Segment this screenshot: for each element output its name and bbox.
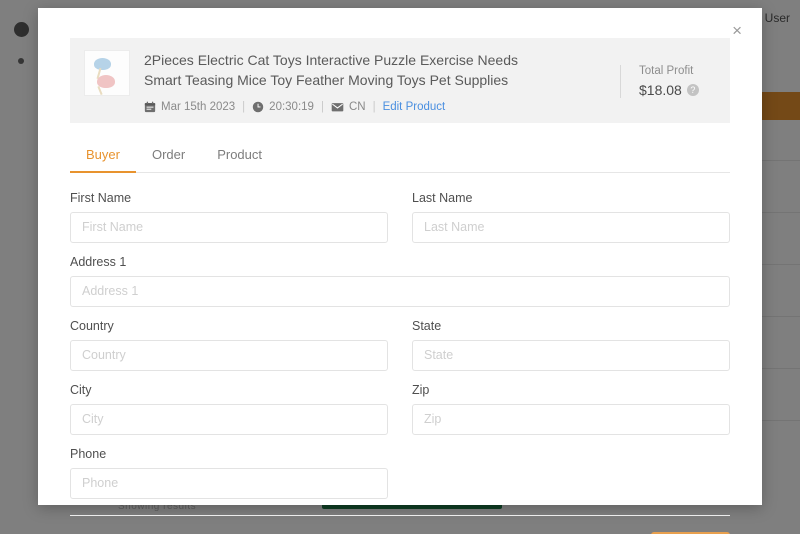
order-detail-modal: × 2Pieces Electric Cat Toys Interactive … — [38, 8, 762, 505]
field-state: State — [412, 319, 730, 371]
total-profit-value-row: $18.08 ? — [639, 82, 716, 98]
product-thumbnail — [84, 50, 130, 96]
city-input[interactable] — [70, 404, 388, 435]
total-profit-box: Total Profit $18.08 ? — [620, 65, 716, 98]
country-input[interactable] — [70, 340, 388, 371]
last-name-label: Last Name — [412, 191, 730, 205]
modal-footer: Save — [70, 516, 730, 534]
meta-separator: | — [373, 101, 376, 113]
city-label: City — [70, 383, 388, 397]
edit-product-link[interactable]: Edit Product — [383, 101, 446, 113]
field-country: Country — [70, 319, 388, 371]
info-icon[interactable]: ? — [687, 84, 699, 96]
phone-label: Phone — [70, 447, 388, 461]
toy-pink-shape — [97, 75, 115, 88]
field-address1: Address 1 — [70, 255, 730, 307]
app-root: Home • User + New Order Order #1109882 4… — [0, 0, 800, 534]
form-row-city-zip: City Zip — [70, 383, 730, 435]
state-input[interactable] — [412, 340, 730, 371]
field-city: City — [70, 383, 388, 435]
address1-input[interactable] — [70, 276, 730, 307]
total-profit-amount: $18.08 — [639, 82, 682, 98]
product-time: 20:30:19 — [269, 101, 314, 113]
last-name-input[interactable] — [412, 212, 730, 243]
product-header: 2Pieces Electric Cat Toys Interactive Pu… — [70, 38, 730, 123]
tab-buyer[interactable]: Buyer — [70, 139, 136, 173]
zip-label: Zip — [412, 383, 730, 397]
product-meta: Mar 15th 2023 | 20:30:19 | CN | Edit Pro… — [144, 101, 604, 113]
product-date: Mar 15th 2023 — [161, 101, 235, 113]
field-spacer — [412, 447, 730, 499]
toy-blue-shape — [94, 58, 111, 70]
meta-separator: | — [321, 101, 324, 113]
clock-icon — [252, 101, 264, 113]
address1-label: Address 1 — [70, 255, 730, 269]
form-row-phone: Phone — [70, 447, 730, 499]
calendar-icon — [144, 101, 156, 113]
product-info: 2Pieces Electric Cat Toys Interactive Pu… — [144, 50, 614, 113]
modal-body: 2Pieces Electric Cat Toys Interactive Pu… — [38, 8, 762, 534]
tab-product[interactable]: Product — [201, 139, 278, 173]
country-label: Country — [70, 319, 388, 333]
mail-icon — [331, 101, 344, 113]
tab-order[interactable]: Order — [136, 139, 201, 173]
phone-input[interactable] — [70, 468, 388, 499]
buyer-form: First Name Last Name Address 1 — [70, 173, 730, 534]
first-name-label: First Name — [70, 191, 388, 205]
form-row-country-state: Country State — [70, 319, 730, 371]
field-last-name: Last Name — [412, 191, 730, 243]
modal-tabs: Buyer Order Product — [70, 139, 730, 173]
zip-input[interactable] — [412, 404, 730, 435]
form-row-address: Address 1 — [70, 255, 730, 307]
total-profit-label: Total Profit — [639, 65, 716, 77]
product-title: 2Pieces Electric Cat Toys Interactive Pu… — [144, 50, 539, 91]
field-phone: Phone — [70, 447, 388, 499]
first-name-input[interactable] — [70, 212, 388, 243]
state-label: State — [412, 319, 730, 333]
field-first-name: First Name — [70, 191, 388, 243]
meta-separator: | — [242, 101, 245, 113]
product-country-code: CN — [349, 101, 366, 113]
close-icon[interactable]: × — [732, 22, 742, 39]
form-row-names: First Name Last Name — [70, 191, 730, 243]
field-zip: Zip — [412, 383, 730, 435]
